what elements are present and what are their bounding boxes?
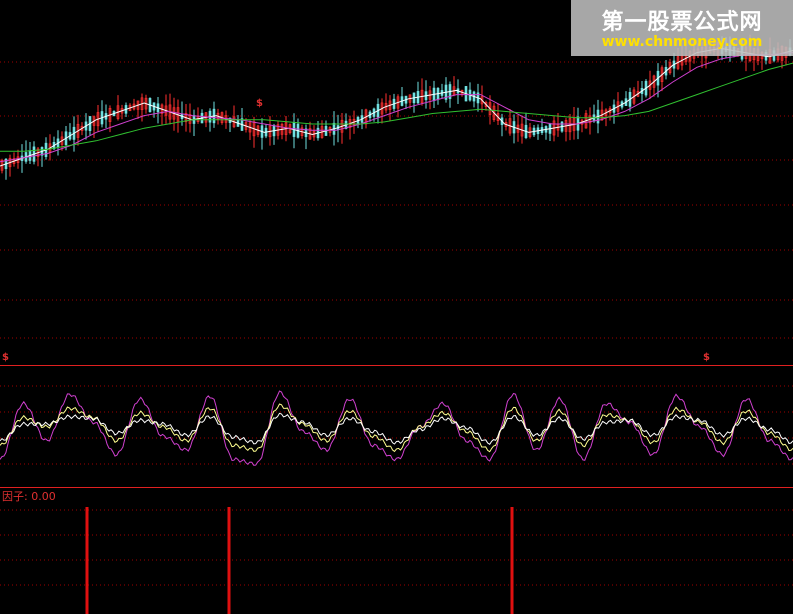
chart-gridlines xyxy=(0,61,793,586)
stock-chart[interactable] xyxy=(0,0,793,614)
oscillator-line xyxy=(0,403,793,453)
watermark-title: 第一股票公式网 xyxy=(601,10,763,35)
oscillator-line xyxy=(0,412,793,445)
dividend-marker[interactable]: $ xyxy=(2,352,9,363)
signal-bars[interactable] xyxy=(85,507,514,614)
signal-bar xyxy=(85,507,89,614)
dividend-marker[interactable]: $ xyxy=(703,352,710,363)
watermark-url: www.chnmoney.com xyxy=(601,34,763,50)
signal-bar xyxy=(510,507,514,614)
price-marker[interactable]: $ xyxy=(256,98,263,109)
indicator-factor-label: 因子: 0.00 xyxy=(2,490,56,503)
signal-bar xyxy=(227,507,231,614)
watermark: 第一股票公式网 www.chnmoney.com xyxy=(571,0,793,56)
oscillator-lines xyxy=(0,390,793,466)
oscillator-line xyxy=(0,390,793,466)
price-candlesticks[interactable] xyxy=(0,34,792,180)
